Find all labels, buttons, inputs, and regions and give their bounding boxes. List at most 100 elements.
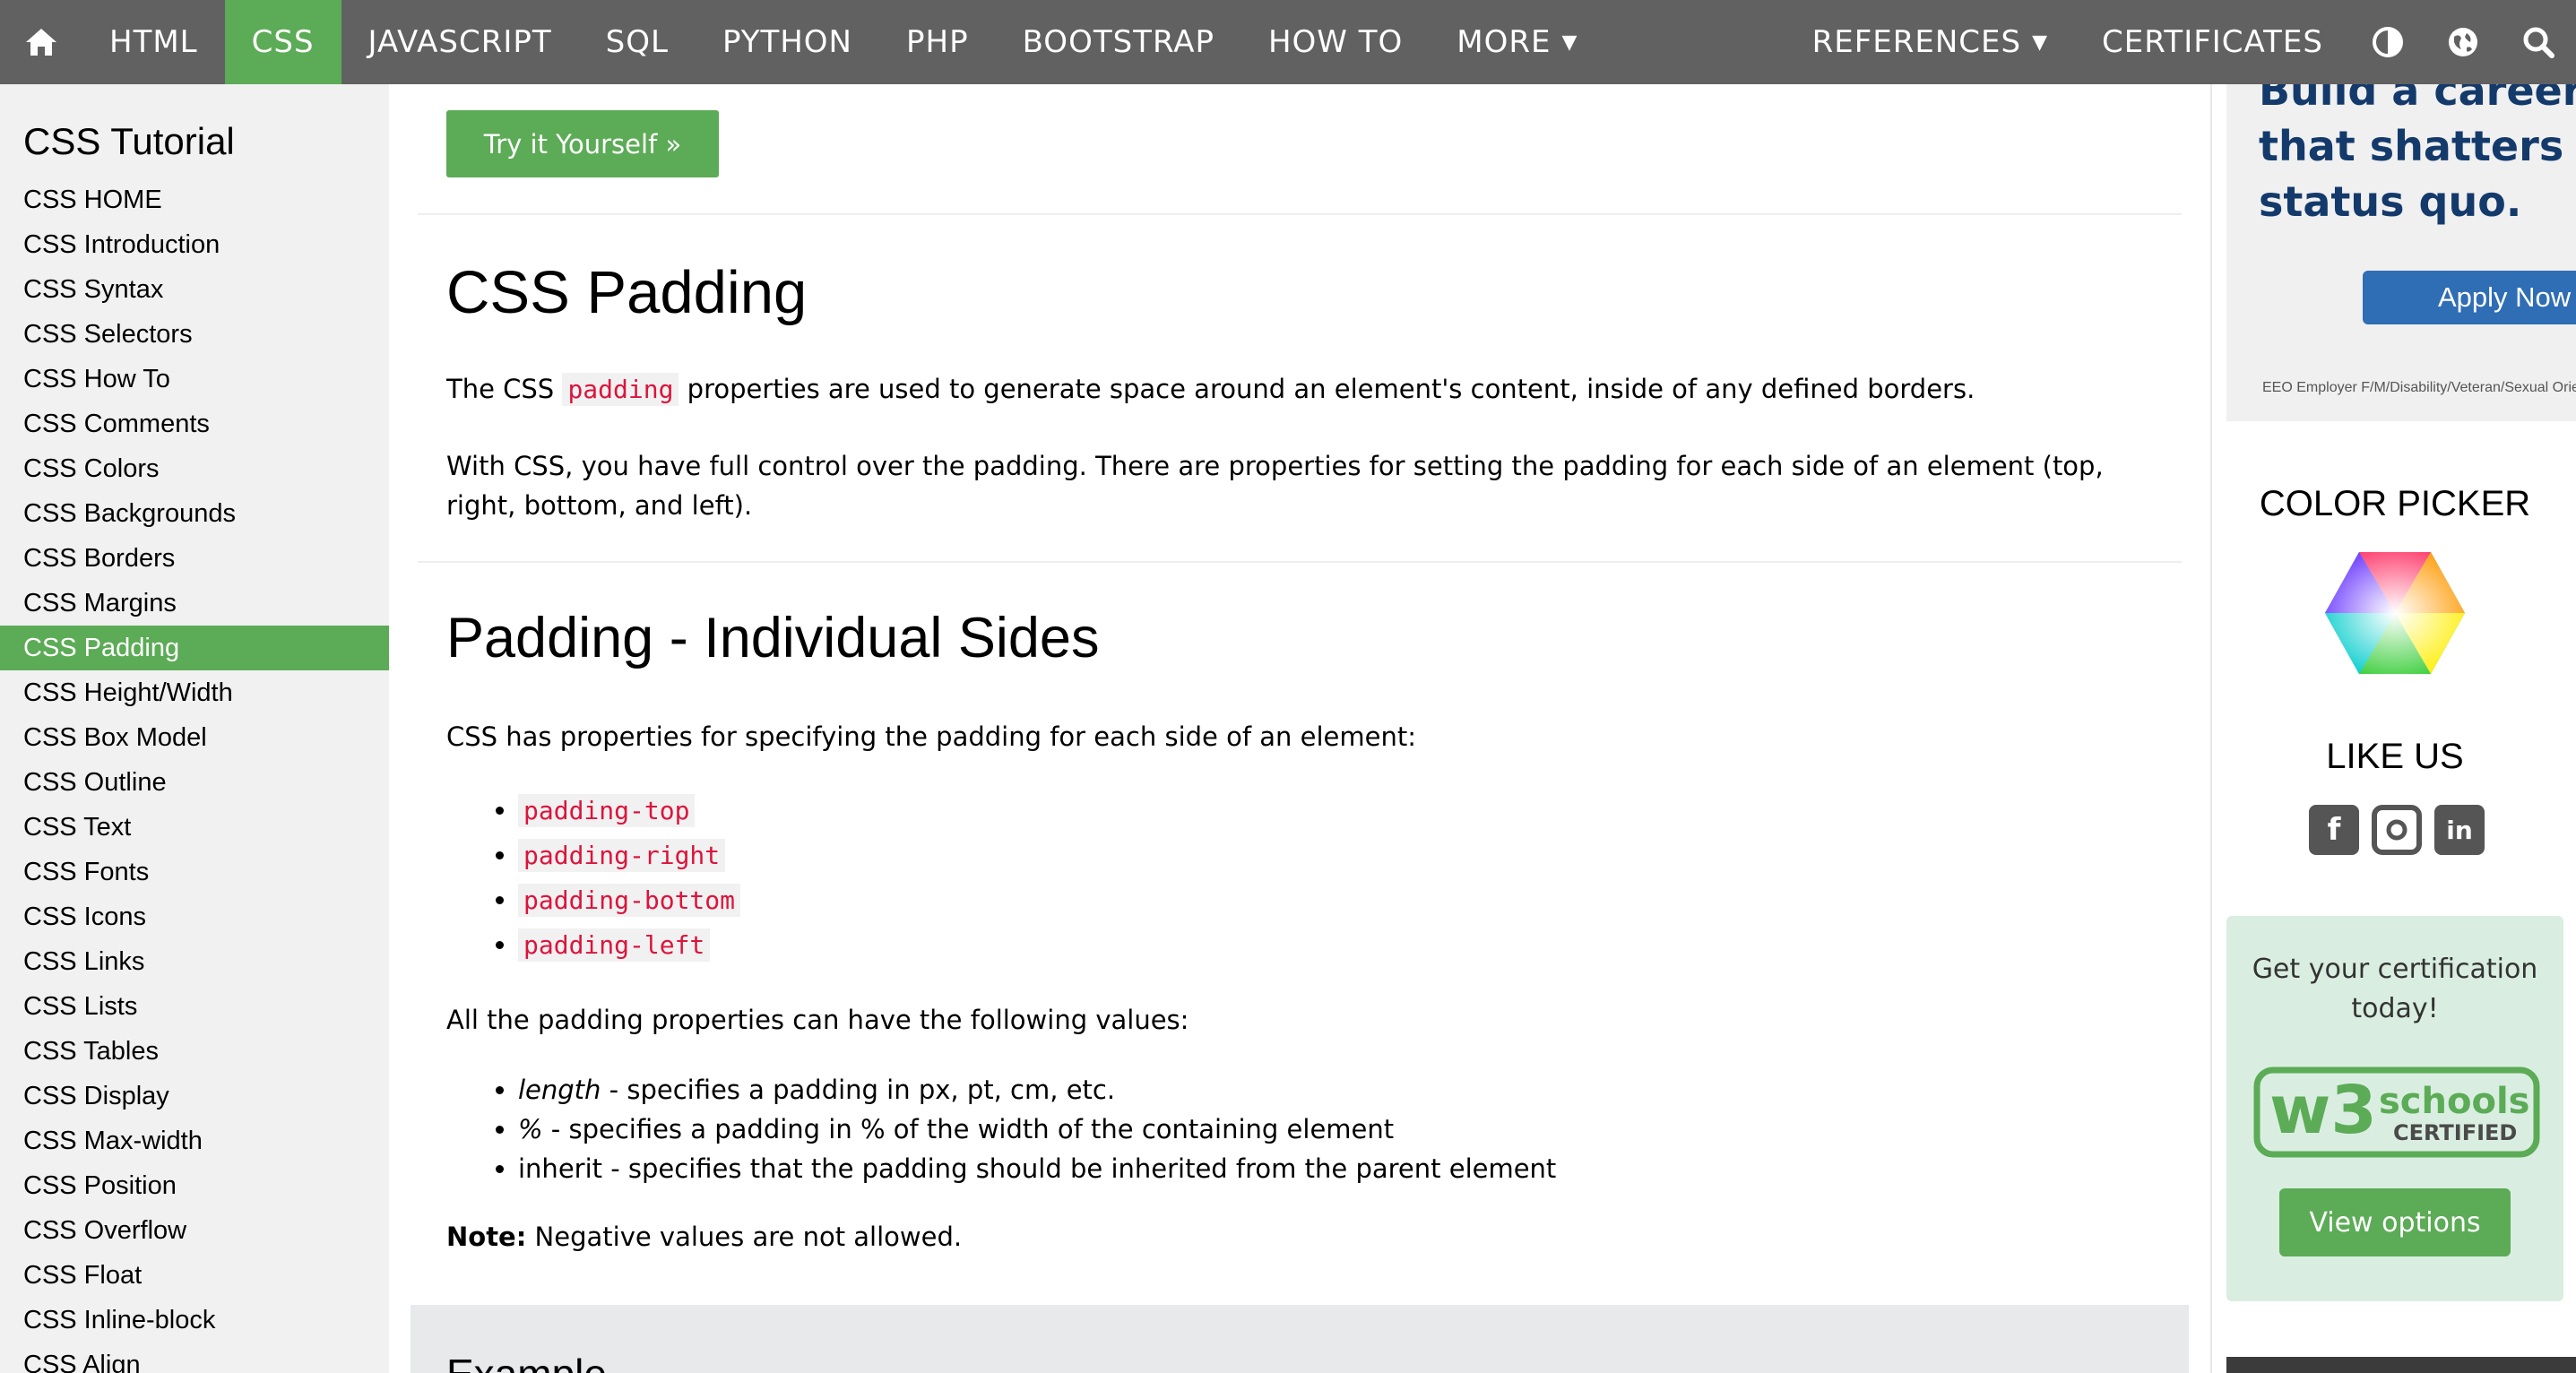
facebook-icon[interactable]: f — [2309, 805, 2359, 855]
search-button[interactable] — [2501, 0, 2576, 84]
nav-more-label: MORE — [1457, 24, 1552, 60]
sidebar-item[interactable]: CSS Align — [0, 1343, 389, 1373]
sidebar-item[interactable]: CSS Syntax — [0, 267, 389, 312]
divider — [418, 213, 2182, 215]
list-item: padding-bottom — [518, 877, 741, 922]
sidebar-item[interactable]: CSS Height/Width — [0, 670, 389, 715]
language-button[interactable] — [2425, 0, 2501, 84]
list-item: length - specifies a padding in px, pt, … — [518, 1070, 1556, 1110]
advertisement[interactable]: Build a career that shatters th status q… — [2226, 84, 2576, 421]
sidebar-item[interactable]: CSS Outline — [0, 760, 389, 805]
nav-html[interactable]: HTML — [82, 0, 225, 84]
svg-text:schools: schools — [2379, 1081, 2529, 1122]
sidebar-item[interactable]: CSS Box Model — [0, 715, 389, 760]
theme-toggle-button[interactable] — [2350, 0, 2425, 84]
home-icon — [26, 29, 56, 56]
sidebar-item[interactable]: CSS Float — [0, 1253, 389, 1298]
list-item: % - specifies a padding in % of the widt… — [518, 1110, 1556, 1149]
sidebar-item[interactable]: CSS Borders — [0, 536, 389, 581]
value-description: - specifies a padding in px, pt, cm, etc… — [601, 1075, 1116, 1105]
svg-text:w3: w3 — [2269, 1072, 2377, 1149]
values-paragraph: All the padding properties can have the … — [446, 1005, 1189, 1035]
right-column: Build a career that shatters th status q… — [2210, 84, 2576, 1373]
sidebar-item[interactable]: CSS Icons — [0, 894, 389, 939]
main-content: Try it Yourself » CSS Padding The CSS pa… — [389, 84, 2210, 1373]
intro-paragraph: The CSS padding properties are used to g… — [446, 369, 2149, 410]
intro-text-after: properties are used to generate space ar… — [679, 374, 1975, 404]
nav-css[interactable]: CSS — [224, 0, 341, 84]
nav-how-to[interactable]: HOW TO — [1241, 0, 1430, 84]
apply-now-button[interactable]: Apply Now — [2363, 271, 2576, 324]
social-links: f in — [2309, 805, 2485, 855]
sidebar-item[interactable]: CSS Max-width — [0, 1118, 389, 1163]
value-term: inherit — [518, 1153, 603, 1184]
nav-javascript[interactable]: JAVASCRIPT — [341, 0, 579, 84]
certification-box: Get your certification today! w3 schools… — [2226, 916, 2563, 1301]
property-list: padding-top padding-right padding-bottom… — [446, 788, 741, 967]
nav-references-label: REFERENCES — [1811, 24, 2022, 60]
nav-more[interactable]: MORE ▼ — [1430, 0, 1604, 84]
svg-text:CERTIFIED: CERTIFIED — [2393, 1120, 2517, 1145]
sidebar-item[interactable]: CSS Selectors — [0, 312, 389, 357]
color-picker-icon[interactable] — [2323, 550, 2467, 676]
values-list: length - specifies a padding in px, pt, … — [446, 1070, 1556, 1188]
sidebar-item[interactable]: CSS Backgrounds — [0, 491, 389, 536]
property-code: padding-left — [518, 928, 711, 962]
intro-text-before: The CSS — [446, 374, 563, 404]
nav-python[interactable]: PYTHON — [696, 0, 879, 84]
nav-sql[interactable]: SQL — [579, 0, 696, 84]
w3schools-certified-logo: w3 schools CERTIFIED — [2253, 1066, 2540, 1158]
note-label: Note: — [446, 1222, 527, 1252]
sides-paragraph: CSS has properties for specifying the pa… — [446, 721, 1416, 752]
instagram-icon[interactable] — [2372, 805, 2422, 855]
note-text: Negative values are not allowed. — [526, 1222, 963, 1252]
sidebar-item[interactable]: CSS Overflow — [0, 1208, 389, 1253]
sidebar-item[interactable]: CSS Fonts — [0, 850, 389, 894]
sidebar-item[interactable]: CSS Introduction — [0, 222, 389, 267]
sidebar-item[interactable]: CSS Padding — [0, 626, 389, 670]
like-us-title: LIKE US — [2326, 737, 2464, 776]
top-navigation-bar: HTML CSS JAVASCRIPT SQL PYTHON PHP BOOTS… — [0, 0, 2576, 84]
value-description: - specifies a padding in % of the width … — [542, 1114, 1395, 1144]
sidebar-item[interactable]: CSS Comments — [0, 402, 389, 446]
sidebar-title: CSS Tutorial — [23, 120, 235, 162]
sidebar-item[interactable]: CSS Links — [0, 939, 389, 984]
sidebar-item[interactable]: CSS HOME — [0, 177, 389, 222]
home-button[interactable] — [0, 0, 82, 84]
ad-headline-line: status quo. — [2259, 177, 2522, 226]
list-item: padding-top — [518, 788, 740, 833]
section-heading: Padding - Individual Sides — [446, 607, 1100, 669]
nav-references[interactable]: REFERENCES ▼ — [1785, 0, 2075, 84]
try-it-yourself-button[interactable]: Try it Yourself » — [446, 110, 719, 177]
globe-icon — [2449, 28, 2477, 56]
nav-bootstrap[interactable]: BOOTSTRAP — [996, 0, 1241, 84]
value-term: length — [518, 1075, 601, 1105]
list-item: padding-left — [518, 922, 740, 967]
instagram-lens-icon — [2386, 819, 2407, 841]
color-picker-title: COLOR PICKER — [2259, 484, 2531, 523]
nav-certificates[interactable]: CERTIFICATES — [2075, 0, 2350, 84]
sidebar-item[interactable]: CSS Colors — [0, 446, 389, 491]
sidebar-item[interactable]: CSS Lists — [0, 984, 389, 1029]
linkedin-icon[interactable]: in — [2434, 805, 2485, 855]
sidebar-item[interactable]: CSS Position — [0, 1163, 389, 1208]
sidebar-item[interactable]: CSS Display — [0, 1074, 389, 1118]
inline-code: padding — [562, 373, 679, 406]
list-item: inherit - specifies that the padding sho… — [518, 1149, 1556, 1188]
page-title: CSS Padding — [446, 259, 808, 326]
sidebar-item[interactable]: CSS Inline-block — [0, 1298, 389, 1343]
sidebar-item[interactable]: CSS Margins — [0, 581, 389, 626]
sidebar-item[interactable]: CSS Tables — [0, 1029, 389, 1074]
value-description: - specifies that the padding should be i… — [602, 1153, 1557, 1184]
sidebar-menu: CSS HOME CSS Introduction CSS Syntax CSS Se… — [0, 177, 389, 1373]
nav-php[interactable]: PHP — [879, 0, 996, 84]
view-options-button[interactable]: View options — [2279, 1188, 2511, 1256]
sidebar: CSS Tutorial CSS HOME CSS Introduction CSS… — [0, 84, 389, 1373]
list-item: padding-right — [518, 833, 740, 877]
sidebar-item[interactable]: CSS How To — [0, 357, 389, 402]
contrast-icon — [2373, 27, 2403, 57]
divider — [418, 561, 2182, 563]
sidebar-item[interactable]: CSS Text — [0, 805, 389, 850]
property-code: padding-bottom — [518, 884, 741, 917]
